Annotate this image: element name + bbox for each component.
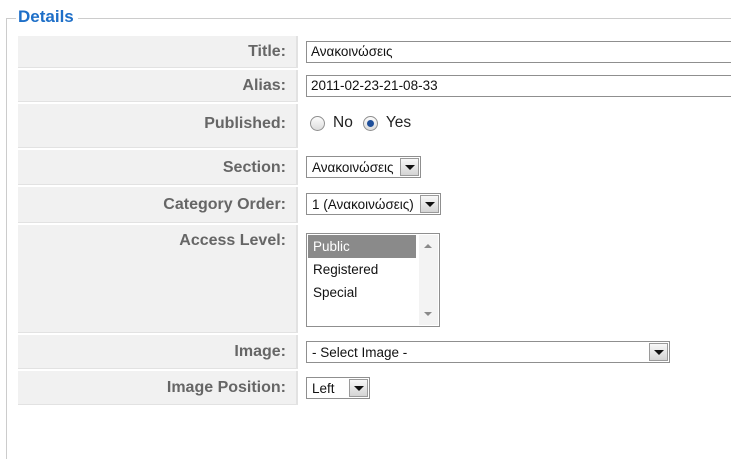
category-order-label: Category Order:: [18, 187, 298, 223]
image-position-row: Image Position: Left: [18, 371, 731, 407]
alias-input[interactable]: 2011-02-23-21-08-33: [306, 75, 731, 97]
access-level-option-public[interactable]: Public: [308, 235, 416, 258]
published-no-label[interactable]: No: [333, 114, 353, 132]
access-level-label: Access Level:: [18, 225, 298, 333]
image-row: Image: - Select Image -: [18, 335, 731, 371]
published-radio-group: No Yes: [310, 114, 421, 132]
section-select-value: Ανακοινώσεις: [312, 159, 394, 175]
category-order-select[interactable]: 1 (Ανακοινώσεις): [306, 193, 441, 215]
details-legend: Details: [16, 6, 78, 28]
published-no-radio[interactable]: [310, 115, 325, 131]
image-select[interactable]: - Select Image -: [306, 341, 670, 363]
image-select-value: - Select Image -: [312, 344, 408, 360]
access-level-option-special[interactable]: Special: [308, 281, 416, 304]
scroll-down-arrow-icon[interactable]: [424, 312, 432, 316]
access-level-option-registered[interactable]: Registered: [308, 258, 416, 281]
details-form: Title: Ανακοινώσεις Alias: 2011-02-23-21…: [18, 36, 731, 407]
image-position-select[interactable]: Left: [306, 377, 370, 399]
dropdown-arrow-icon[interactable]: [348, 379, 368, 397]
section-row: Section: Ανακοινώσεις: [18, 150, 731, 187]
category-order-select-value: 1 (Ανακοινώσεις): [312, 196, 414, 212]
image-position-select-value: Left: [312, 380, 335, 396]
scroll-up-arrow-icon[interactable]: [424, 244, 432, 248]
image-label: Image:: [18, 335, 298, 369]
access-level-row: Access Level: Public Registered Special: [18, 225, 731, 335]
alias-label: Alias:: [18, 70, 298, 102]
dropdown-arrow-icon[interactable]: [399, 158, 419, 176]
title-label: Title:: [18, 36, 298, 68]
published-yes-label[interactable]: Yes: [386, 114, 411, 132]
published-row: Published: No Yes: [18, 104, 731, 150]
title-row: Title: Ανακοινώσεις: [18, 36, 731, 70]
category-order-row: Category Order: 1 (Ανακοινώσεις): [18, 187, 731, 225]
published-yes-radio[interactable]: [362, 115, 378, 131]
access-level-listbox[interactable]: Public Registered Special: [306, 233, 440, 327]
section-select[interactable]: Ανακοινώσεις: [306, 156, 421, 178]
title-input[interactable]: Ανακοινώσεις: [306, 41, 731, 63]
published-label: Published:: [18, 104, 298, 148]
dropdown-arrow-icon[interactable]: [419, 195, 439, 213]
alias-row: Alias: 2011-02-23-21-08-33: [18, 70, 731, 104]
section-label: Section:: [18, 150, 298, 185]
access-level-scrollbar[interactable]: [419, 235, 438, 325]
image-position-label: Image Position:: [18, 371, 298, 405]
dropdown-arrow-icon[interactable]: [649, 343, 668, 361]
